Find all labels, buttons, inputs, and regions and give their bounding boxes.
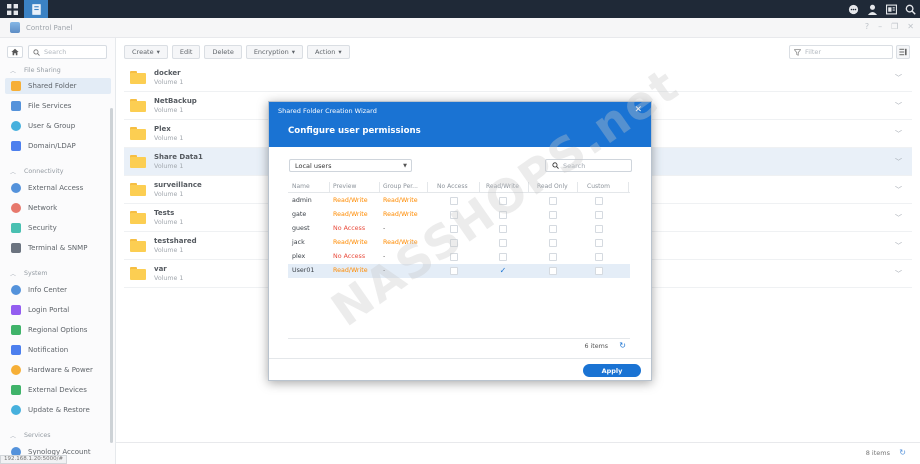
col-read-write[interactable]: Read/Write <box>486 183 519 190</box>
col-group-permission[interactable]: Group Per... <box>383 183 418 190</box>
read-write-checkbox[interactable] <box>499 239 507 247</box>
refresh-icon[interactable]: ↻ <box>619 341 626 350</box>
col-no-access[interactable]: No Access <box>437 183 468 190</box>
no-access-checkbox[interactable] <box>450 225 458 233</box>
control-panel-icon <box>31 3 41 15</box>
read-only-checkbox[interactable] <box>549 267 557 275</box>
widgets-button[interactable] <box>882 0 901 18</box>
user-icon <box>867 4 878 15</box>
close-icon[interactable]: ✕ <box>634 105 642 115</box>
main-menu-button[interactable] <box>0 0 24 18</box>
permissions-grid-footer: 6 items ↻ <box>288 338 630 352</box>
wizard-caption: Shared Folder Creation Wizard <box>278 107 377 115</box>
widgets-icon <box>886 4 897 14</box>
no-access-checkbox[interactable] <box>450 267 458 275</box>
read-only-checkbox[interactable] <box>549 239 557 247</box>
read-only-checkbox[interactable] <box>549 211 557 219</box>
wizard-header: Shared Folder Creation Wizard ✕ Configur… <box>269 102 651 147</box>
no-access-checkbox[interactable] <box>450 211 458 219</box>
control-panel-taskbar-button[interactable] <box>24 0 48 18</box>
col-name[interactable]: Name <box>292 183 310 190</box>
custom-checkbox[interactable] <box>595 239 603 247</box>
caret-down-icon: ▼ <box>403 163 407 169</box>
no-access-checkbox[interactable] <box>450 239 458 247</box>
read-only-checkbox[interactable] <box>549 225 557 233</box>
shared-folder-wizard-dialog: Shared Folder Creation Wizard ✕ Configur… <box>268 101 652 381</box>
permission-row[interactable]: gate Read/Write Read/Write <box>288 208 630 222</box>
col-preview[interactable]: Preview <box>333 183 356 190</box>
read-write-checkbox[interactable] <box>499 253 507 261</box>
permission-row-selected[interactable]: User01 Read/Write - ✓ <box>288 264 630 278</box>
col-custom[interactable]: Custom <box>587 183 610 190</box>
permission-item-count: 6 items <box>584 343 608 350</box>
wizard-heading: Configure user permissions <box>288 126 421 136</box>
divider <box>269 358 651 359</box>
chat-button[interactable] <box>844 0 863 18</box>
read-only-checkbox[interactable] <box>549 197 557 205</box>
read-write-checkbox[interactable] <box>499 197 507 205</box>
no-access-checkbox[interactable] <box>450 197 458 205</box>
read-only-checkbox[interactable] <box>549 253 557 261</box>
permission-row[interactable]: jack Read/Write Read/Write <box>288 236 630 250</box>
no-access-checkbox[interactable] <box>450 253 458 261</box>
wizard-search-placeholder: Search <box>563 161 586 170</box>
wizard-search-input[interactable]: Search <box>545 159 632 172</box>
chat-icon <box>848 4 859 14</box>
search-icon <box>552 162 559 169</box>
permissions-grid-header: Name Preview Group Per... No Access Read… <box>288 181 630 193</box>
custom-checkbox[interactable] <box>595 197 603 205</box>
taskbar <box>0 0 920 18</box>
grid-icon <box>6 3 18 15</box>
user-button[interactable] <box>863 0 882 18</box>
search-icon <box>905 4 916 15</box>
read-write-checkbox[interactable] <box>499 225 507 233</box>
permission-row[interactable]: plex No Access - <box>288 250 630 264</box>
permission-row[interactable]: admin Read/Write Read/Write <box>288 194 630 208</box>
apply-button[interactable]: Apply <box>583 364 641 377</box>
custom-checkbox[interactable] <box>595 225 603 233</box>
read-write-checkbox-checked[interactable]: ✓ <box>499 267 507 275</box>
custom-checkbox[interactable] <box>595 267 603 275</box>
permission-row[interactable]: guest No Access - <box>288 222 630 236</box>
custom-checkbox[interactable] <box>595 253 603 261</box>
search-button[interactable] <box>901 0 920 18</box>
col-read-only[interactable]: Read Only <box>537 183 568 190</box>
user-type-select[interactable]: Local users ▼ <box>289 159 412 172</box>
read-write-checkbox[interactable] <box>499 211 507 219</box>
custom-checkbox[interactable] <box>595 211 603 219</box>
